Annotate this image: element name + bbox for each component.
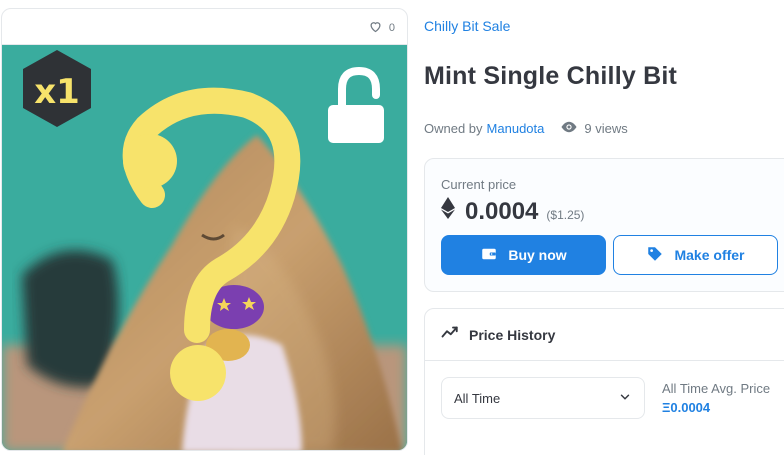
price-history-title: Price History (469, 326, 556, 343)
average-price-value: Ξ0.0004 (662, 400, 711, 415)
average-price-label: All Time Avg. Price (662, 381, 771, 396)
tag-icon (646, 245, 664, 266)
owner-link[interactable]: Manudota (487, 121, 545, 136)
buy-now-label: Buy now (508, 247, 567, 263)
time-range-select[interactable]: All Time (441, 377, 645, 419)
image-card-header: 0 (2, 9, 407, 45)
time-range-value: All Time (454, 390, 501, 406)
favorite-count: 0 (388, 22, 395, 34)
price-panel: Current price 0.0004 ($1.25) Buy now Mak… (424, 158, 784, 292)
buy-now-button[interactable]: Buy now (441, 235, 606, 275)
current-price-label: Current price (441, 177, 517, 192)
heart-outline-icon (368, 19, 383, 37)
price-amount: 0.0004 (465, 198, 539, 225)
price-history-panel: Price History All Time All Time Avg. Pri… (424, 308, 784, 455)
collection-link[interactable]: Chilly Bit Sale (424, 18, 510, 34)
trending-line-icon (441, 323, 459, 346)
favorite-button[interactable]: 0 (368, 19, 395, 37)
item-title: Mint Single Chilly Bit (424, 62, 678, 90)
edition-badge: x1 (34, 72, 80, 112)
make-offer-button[interactable]: Make offer (613, 235, 778, 275)
owned-by-label: Owned by (424, 121, 483, 136)
price-history-header[interactable]: Price History (425, 309, 784, 361)
item-artwork[interactable]: x1 (2, 45, 407, 450)
ethereum-icon (441, 197, 465, 224)
item-image-card: 0 x1 (1, 8, 408, 451)
chevron-down-icon (618, 390, 632, 407)
views-label: 9 views (584, 121, 628, 136)
price-usd: ($1.25) (546, 208, 585, 222)
price-row: 0.0004 ($1.25) (441, 197, 584, 226)
eye-icon (560, 118, 578, 139)
average-price: All Time Avg. Price Ξ0.0004 (662, 381, 770, 415)
make-offer-label: Make offer (674, 247, 745, 263)
wallet-icon (480, 245, 498, 266)
views-count: 9 views (560, 118, 628, 139)
item-meta: Owned by Manudota 9 views (424, 118, 628, 139)
